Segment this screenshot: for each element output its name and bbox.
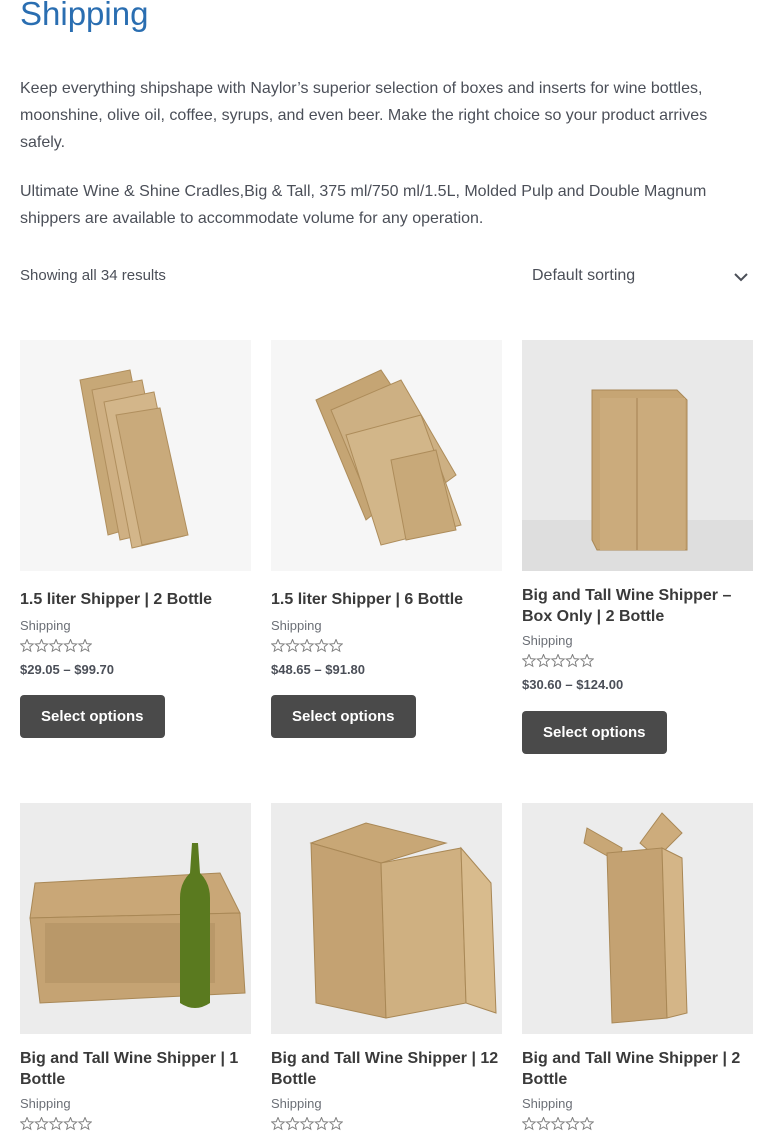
product-card: Big and Tall Wine Shipper – Box Only | 2… (522, 340, 753, 692)
product-category: Shipping (271, 618, 322, 633)
select-options-button[interactable]: Select options (20, 695, 165, 738)
star-icon (579, 654, 594, 668)
star-rating (20, 639, 251, 653)
star-icon (299, 1117, 315, 1131)
star-rating (271, 639, 502, 653)
select-options-button[interactable]: Select options (522, 711, 667, 754)
star-icon (63, 639, 78, 653)
star-icon (20, 1117, 35, 1131)
star-rating-icon (271, 639, 343, 653)
star-rating (20, 1117, 251, 1131)
star-icon (63, 1117, 78, 1131)
product-category: Shipping (522, 633, 573, 648)
star-icon (271, 1117, 286, 1131)
star-icon (48, 1117, 64, 1131)
price-high: $99.70 (74, 662, 115, 677)
star-icon (34, 1117, 49, 1131)
price-low: $48.65 (271, 662, 311, 677)
product-image-link[interactable] (20, 803, 251, 1034)
price-separator: – (314, 662, 322, 677)
product-image (522, 340, 753, 571)
star-icon (522, 1117, 537, 1131)
star-rating (522, 654, 753, 668)
star-icon (565, 1117, 580, 1131)
product-image (20, 803, 251, 1034)
product-image-link[interactable] (271, 340, 502, 571)
product-title[interactable]: 1.5 liter Shipper | 2 Bottle (20, 589, 251, 610)
star-icon (34, 639, 49, 653)
sort-selected-value: Default sorting (532, 267, 636, 284)
star-icon (271, 639, 286, 653)
product-card: Big and Tall Wine Shipper | 12 Bottle Sh… (271, 803, 502, 1131)
star-icon (77, 1117, 92, 1131)
star-rating-icon (271, 1117, 343, 1131)
product-image (271, 803, 502, 1034)
product-category: Shipping (271, 1096, 322, 1111)
product-image (271, 340, 502, 571)
product-title[interactable]: Big and Tall Wine Shipper | 12 Bottle (271, 1048, 502, 1090)
product-image-link[interactable] (522, 803, 753, 1034)
product-price: $48.65 – $91.80 (271, 662, 502, 677)
result-count: Showing all 34 results (20, 267, 166, 284)
star-icon (285, 1117, 300, 1131)
star-icon (285, 639, 300, 653)
star-icon (522, 654, 537, 668)
product-title[interactable]: Big and Tall Wine Shipper | 2 Bottle (522, 1048, 753, 1090)
star-rating-icon (20, 1117, 92, 1131)
price-high: $91.80 (325, 662, 366, 677)
price-separator: – (565, 677, 573, 692)
select-options-button[interactable]: Select options (271, 695, 416, 738)
star-rating-icon (522, 1117, 594, 1131)
star-icon (536, 654, 551, 668)
product-category: Shipping (20, 618, 71, 633)
price-separator: – (63, 662, 71, 677)
product-price: $30.60 – $124.00 (522, 677, 753, 692)
product-category: Shipping (20, 1096, 71, 1111)
product-card: 1.5 liter Shipper | 6 Bottle Shipping $4… (271, 340, 502, 677)
star-icon (48, 639, 64, 653)
product-image (20, 340, 251, 571)
product-title[interactable]: 1.5 liter Shipper | 6 Bottle (271, 589, 502, 610)
sort-dropdown[interactable]: Default sorting (532, 262, 752, 292)
star-rating (271, 1117, 502, 1131)
star-rating (522, 1117, 753, 1131)
star-icon (299, 639, 315, 653)
star-icon (565, 654, 580, 668)
product-card: Big and Tall Wine Shipper | 2 Bottle Shi… (522, 803, 753, 1131)
star-rating-icon (20, 639, 92, 653)
category-description-1: Keep everything shipshape with Naylor’s … (20, 80, 708, 151)
product-price: $29.05 – $99.70 (20, 662, 251, 677)
product-category: Shipping (522, 1096, 573, 1111)
product-image-link[interactable] (271, 803, 502, 1034)
star-icon (328, 639, 343, 653)
category-description-2: Ultimate Wine & Shine Cradles,Big & Tall… (20, 183, 707, 227)
product-image-link[interactable] (20, 340, 251, 571)
star-icon (550, 654, 566, 668)
price-low: $30.60 (522, 677, 562, 692)
price-high: $124.00 (576, 677, 624, 692)
star-icon (550, 1117, 566, 1131)
star-icon (536, 1117, 551, 1131)
product-image-link[interactable] (522, 340, 753, 571)
star-icon (77, 639, 92, 653)
product-title[interactable]: Big and Tall Wine Shipper | 1 Bottle (20, 1048, 251, 1090)
chevron-down-icon (734, 273, 748, 282)
star-icon (314, 1117, 329, 1131)
page-title: Shipping (20, 0, 149, 32)
product-image (522, 803, 753, 1034)
star-icon (579, 1117, 594, 1131)
price-low: $29.05 (20, 662, 60, 677)
star-rating-icon (522, 654, 594, 668)
star-icon (20, 639, 35, 653)
product-card: Big and Tall Wine Shipper | 1 Bottle Shi… (20, 803, 251, 1131)
star-icon (328, 1117, 343, 1131)
product-title[interactable]: Big and Tall Wine Shipper – Box Only | 2… (522, 585, 753, 627)
star-icon (314, 639, 329, 653)
product-card: 1.5 liter Shipper | 2 Bottle Shipping $2… (20, 340, 251, 677)
